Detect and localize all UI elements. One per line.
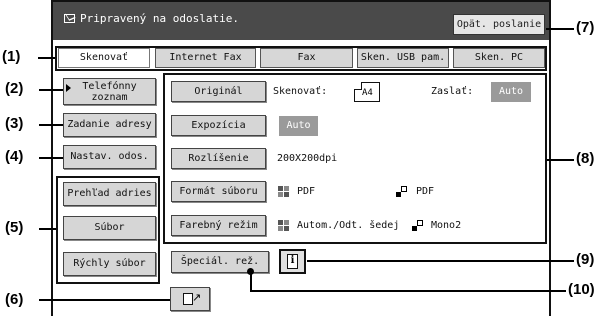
color-format-value: PDF	[297, 186, 316, 197]
original-button[interactable]: Originál	[171, 81, 266, 102]
callout-10: (10)	[568, 281, 595, 298]
tab-fax[interactable]: Fax	[260, 48, 353, 68]
quick-file-button[interactable]: Rýchly súbor	[63, 252, 156, 276]
callout-6: (6)	[5, 291, 24, 308]
callout-leader	[39, 299, 170, 301]
envelope-icon	[64, 14, 75, 23]
resolution-value: 200X200dpi	[277, 153, 338, 164]
callout-8: (8)	[576, 150, 595, 167]
color-mode-mono-value: Mono2	[431, 220, 462, 231]
callout-dot	[247, 268, 254, 275]
color-grid-icon	[278, 186, 290, 198]
sender-settings-button[interactable]: Nastav. odos.	[63, 145, 156, 169]
mono-page-icon	[396, 186, 408, 198]
mono-page-icon	[412, 220, 424, 232]
callout-5: (5)	[5, 219, 24, 236]
callout-3: (3)	[5, 115, 24, 132]
resend-button[interactable]: Opät. poslanie	[453, 14, 545, 35]
play-arrow-icon	[66, 84, 71, 92]
callout-7: (7)	[576, 19, 595, 36]
tab-scan[interactable]: Skenovať	[58, 48, 150, 68]
callout-2: (2)	[5, 80, 24, 97]
callout-leader	[38, 57, 55, 59]
preview-button[interactable]: ↗	[170, 287, 210, 311]
callout-leader	[39, 124, 63, 126]
file-format-button[interactable]: Formát súboru	[171, 181, 266, 202]
info-icon: i	[287, 254, 298, 269]
file-button[interactable]: Súbor	[63, 216, 156, 240]
color-mode-color-value: Autom./Odt. šedej	[297, 220, 400, 231]
color-grid-icon	[278, 220, 290, 232]
color-mode-button[interactable]: Farebný režim	[171, 215, 266, 236]
callout-leader	[547, 159, 574, 161]
resolution-button[interactable]: Rozlíšenie	[171, 148, 266, 169]
arrow-up-right-icon: ↗	[192, 291, 202, 304]
scan-size-label: Skenovať:	[273, 86, 328, 97]
callout-9: (9)	[576, 251, 595, 268]
scan-size-value: A4	[362, 88, 373, 98]
callout-leader	[307, 260, 574, 262]
address-review-button[interactable]: Prehľad adries	[63, 182, 156, 206]
callout-leader	[250, 272, 252, 292]
info-button[interactable]: i	[279, 249, 306, 274]
tab-usb-scan[interactable]: Sken. USB pam.	[357, 48, 449, 68]
tab-internet-fax[interactable]: Internet Fax	[155, 48, 256, 68]
status-message: Pripravený na odoslatie.	[80, 12, 239, 25]
callout-leader	[251, 290, 566, 292]
send-size-label: Zaslať:	[431, 86, 474, 97]
callout-leader	[39, 157, 63, 159]
callout-1: (1)	[2, 48, 21, 65]
mono-format-value: PDF	[416, 186, 435, 197]
callout-leader	[546, 28, 574, 30]
paper-size-icon: A4	[354, 82, 380, 102]
address-entry-button[interactable]: Zadanie adresy	[63, 113, 156, 137]
exposure-button[interactable]: Expozícia	[171, 115, 266, 136]
callout-leader	[39, 228, 56, 230]
special-modes-button[interactable]: Špeciál. rež.	[171, 251, 269, 273]
callout-leader	[39, 89, 63, 91]
tab-pc-scan[interactable]: Sken. PC	[453, 48, 545, 68]
address-book-button[interactable]: Telefónny zoznam	[63, 78, 156, 105]
exposure-value: Auto	[279, 116, 318, 136]
send-size-value: Auto	[491, 82, 531, 102]
callout-4: (4)	[5, 148, 24, 165]
